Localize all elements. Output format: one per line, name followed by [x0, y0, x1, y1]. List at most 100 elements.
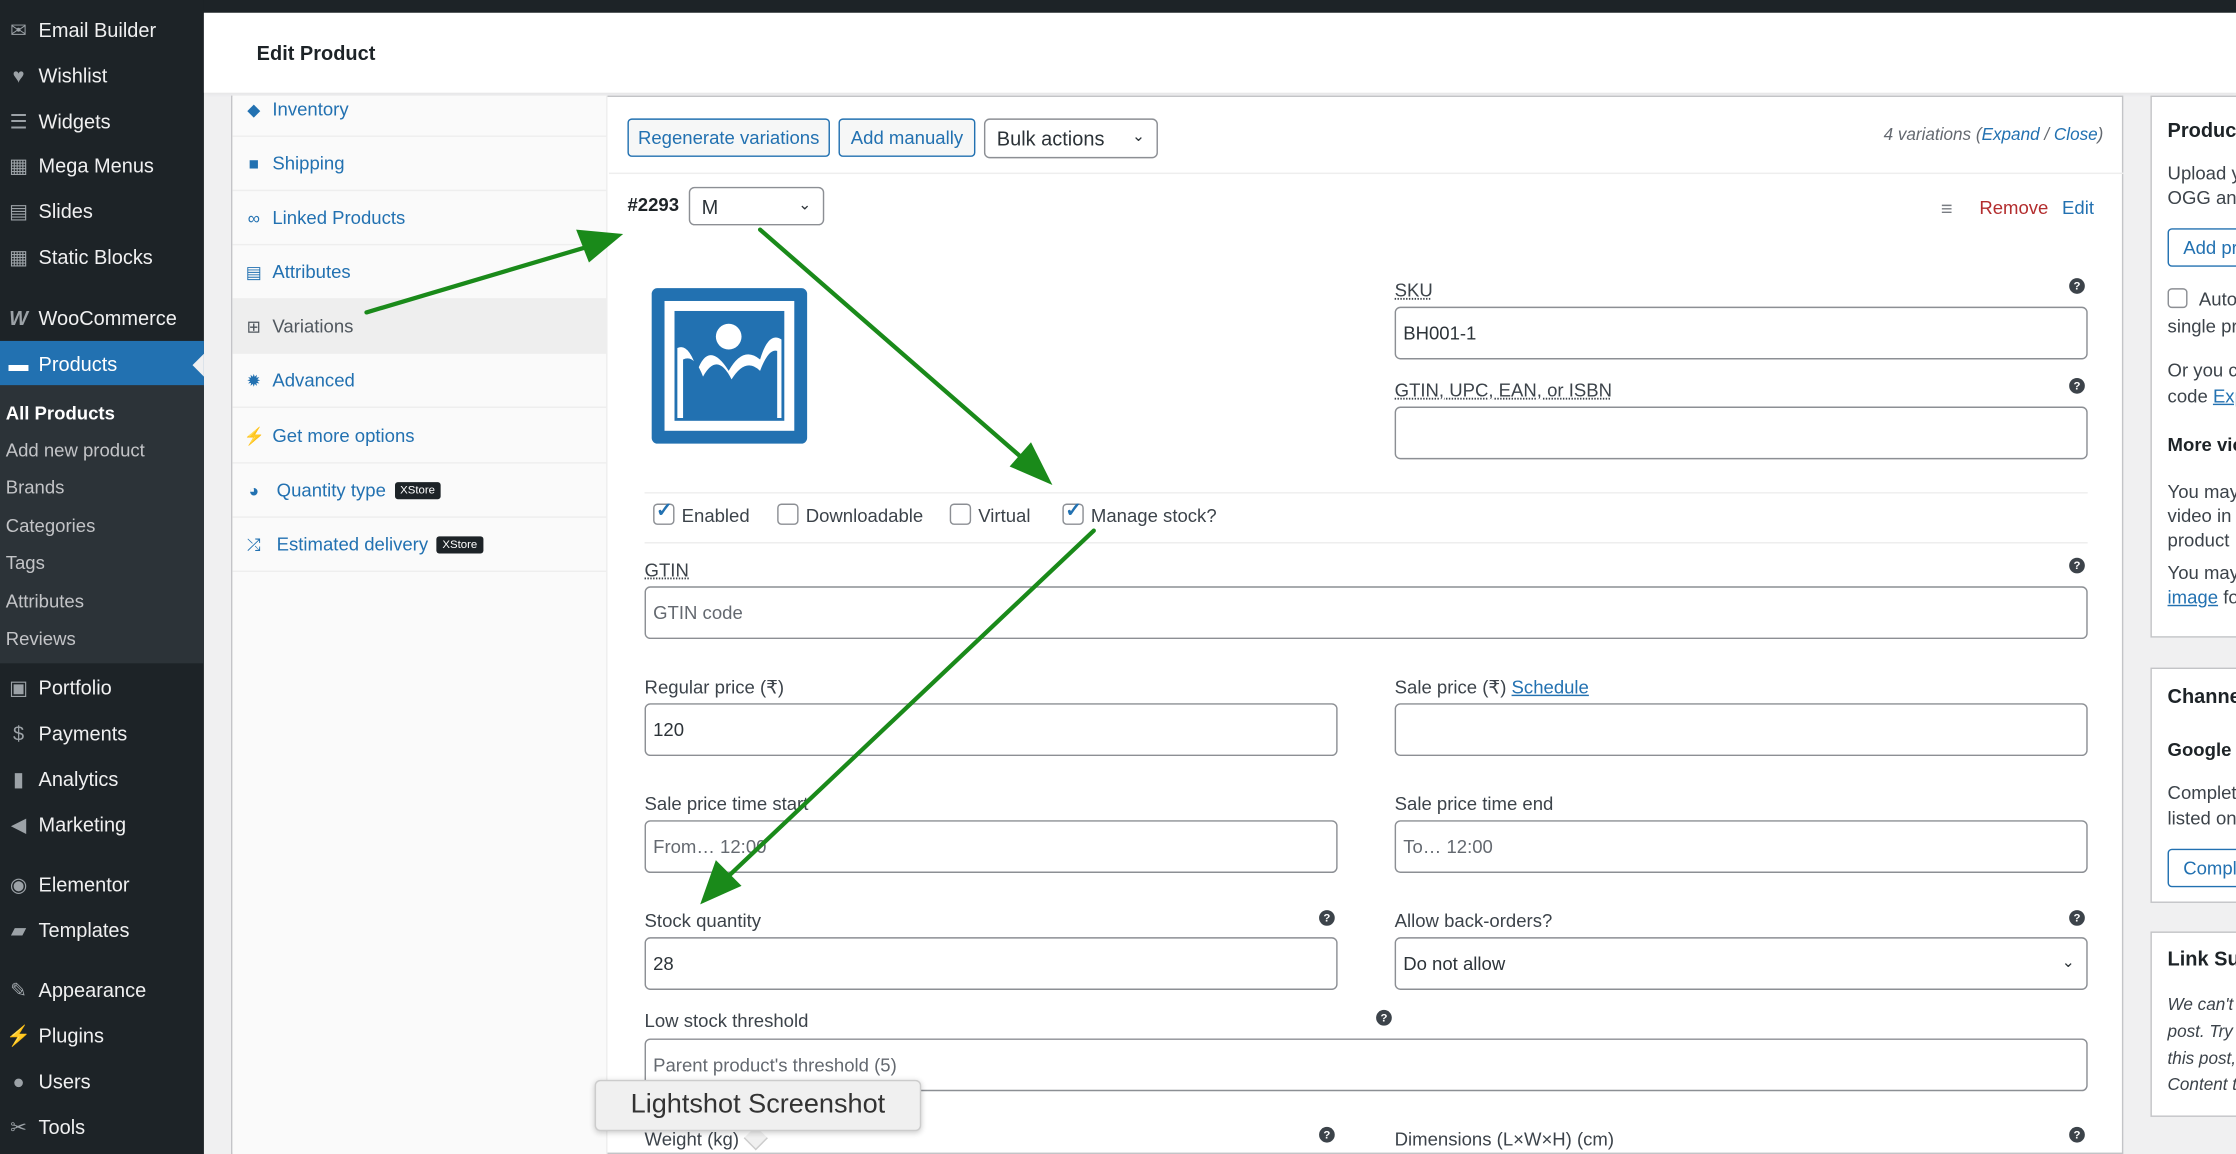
add-manually-button[interactable]: Add manually	[838, 118, 976, 157]
menu-item-static-blocks[interactable]: ▦ Static Blocks	[0, 234, 204, 280]
menu-label: Plugins	[38, 1024, 104, 1048]
menu-item-payments[interactable]: $ Payments	[0, 710, 204, 756]
archive-icon: ▬	[8, 352, 29, 376]
remove-variation-link[interactable]: Remove	[1979, 197, 2048, 218]
tab-linked-products[interactable]: ∞ Linked Products	[232, 191, 608, 246]
products-submenu: All Products Add new product Brands Cate…	[0, 385, 204, 664]
expand-link[interactable]: Expand	[1982, 124, 2040, 144]
menu-item-wishlist[interactable]: ♥ Wishlist	[0, 53, 204, 99]
gtin-label: GTIN	[644, 559, 689, 581]
gear-icon: ✹	[246, 370, 262, 391]
menu-item-elementor[interactable]: ◉ Elementor	[0, 862, 204, 908]
image-link[interactable]: image	[2168, 586, 2219, 607]
menu-label: Tools	[38, 1115, 86, 1139]
current-menu-pointer	[192, 353, 204, 377]
tab-variations[interactable]: ⊞ Variations	[232, 299, 608, 354]
lightshot-tooltip: Lightshot Screenshot	[594, 1079, 922, 1132]
submenu-tags[interactable]: Tags	[6, 552, 45, 573]
regenerate-variations-button[interactable]: Regenerate variations	[627, 118, 830, 157]
menu-item-mega-menus[interactable]: ▦ Mega Menus	[0, 143, 204, 189]
menu-item-analytics[interactable]: ▮ Analytics	[0, 756, 204, 802]
submenu-attributes[interactable]: Attributes	[6, 591, 84, 612]
regular-price-input[interactable]: 120	[644, 703, 1338, 757]
submenu-brands[interactable]: Brands	[6, 476, 65, 497]
tab-get-more-options[interactable]: ⚡ Get more options	[232, 409, 608, 464]
sale-price-label: Sale price (₹)	[1394, 676, 1507, 698]
panel-text: this post,	[2167, 1048, 2236, 1069]
panel-text: We can't	[2167, 994, 2234, 1015]
virtual-checkbox[interactable]	[949, 503, 972, 525]
tab-quantity-type[interactable]: ◕ Quantity type XStore	[232, 464, 608, 518]
sale-price-label-group: Sale price (₹) Schedule	[1395, 676, 1589, 699]
pie-icon: ◕	[248, 480, 260, 500]
manage-stock-checkbox[interactable]: ✓	[1062, 499, 1084, 525]
menu-item-widgets[interactable]: ☰ Widgets	[0, 98, 204, 144]
menu-item-products[interactable]: ▬ Products	[0, 340, 204, 387]
panel-text: single pr	[2167, 315, 2236, 337]
menu-item-plugins[interactable]: ⚡ Plugins	[0, 1013, 204, 1059]
menu-item-templates[interactable]: ▰ Templates	[0, 907, 204, 953]
bulk-actions-select[interactable]: Bulk actions ⌄	[983, 118, 1158, 159]
menu-item-woocommerce[interactable]: W WooCommerce	[0, 295, 204, 341]
panel-text: video in	[2167, 504, 2232, 527]
downloadable-checkbox[interactable]	[777, 503, 799, 525]
edit-variation-link[interactable]: Edit	[2062, 197, 2094, 218]
schedule-link[interactable]: Schedule	[1512, 676, 1589, 697]
complete-setup-button[interactable]: Compl	[2167, 848, 2236, 888]
panel-subtitle: Google f	[2167, 738, 2236, 761]
variation-image-upload[interactable]	[651, 288, 808, 444]
link-suggestions-panel: Link Sug We can't post. Try this post, C…	[2150, 931, 2236, 1117]
drag-handle-icon[interactable]: ≡	[1941, 197, 1953, 220]
sale-price-input[interactable]	[1394, 703, 2088, 757]
grid-icon: ⊞	[246, 315, 262, 336]
submenu-categories[interactable]: Categories	[6, 515, 96, 536]
menu-item-marketing[interactable]: ◀ Marketing	[0, 802, 204, 848]
backorders-select[interactable]: Do not allow ⌄	[1394, 937, 2088, 990]
menu-label: Elementor	[38, 872, 130, 896]
menu-label: Analytics	[38, 767, 119, 791]
menu-item-portfolio[interactable]: ▣ Portfolio	[0, 665, 204, 711]
panel-title: Link Sug	[2167, 947, 2236, 970]
gtin-input[interactable]: GTIN code	[644, 586, 2088, 640]
checkmark-icon: ✓	[655, 497, 673, 521]
tab-label: Quantity type	[276, 479, 386, 501]
menu-item-slides[interactable]: ▤ Slides	[0, 188, 204, 234]
panel-text: Upload y	[2167, 162, 2236, 185]
heart-icon: ♥	[12, 64, 25, 88]
tab-attributes[interactable]: ▤ Attributes	[232, 245, 608, 300]
export-link[interactable]: Exp	[2213, 385, 2236, 406]
tab-label: Advanced	[272, 369, 355, 391]
enabled-checkbox[interactable]: ✓	[653, 499, 675, 525]
help-icon: ?	[2069, 910, 2085, 926]
submenu-all-products[interactable]: All Products	[6, 402, 115, 423]
tab-estimated-delivery[interactable]: ⤮ Estimated delivery XStore	[232, 518, 608, 573]
auto-checkbox[interactable]	[2167, 288, 2188, 309]
tab-advanced[interactable]: ✹ Advanced	[232, 354, 608, 408]
stock-quantity-label: Stock quantity	[644, 910, 762, 932]
submenu-add-new-product[interactable]: Add new product	[6, 439, 145, 460]
gtin-upc-label: GTIN, UPC, EAN, or ISBN	[1394, 379, 1613, 401]
gtin-upc-input[interactable]	[1394, 406, 2088, 460]
truck-icon: ■	[248, 153, 260, 174]
tab-shipping[interactable]: ■ Shipping	[232, 137, 608, 192]
sku-input[interactable]: BH001-1	[1394, 306, 2088, 360]
add-product-video-button[interactable]: Add pr	[2167, 228, 2236, 267]
menu-item-users[interactable]: ● Users	[0, 1058, 204, 1104]
close-link[interactable]: Close	[2054, 124, 2098, 144]
sale-end-input[interactable]: To… 12:00	[1394, 820, 2088, 873]
envelope-icon: ✉	[10, 18, 27, 42]
menu-item-tools[interactable]: ✂ Tools	[0, 1104, 204, 1150]
chevron-down-icon: ⌄	[2061, 953, 2075, 971]
tab-inventory[interactable]: ◆ Inventory	[232, 83, 608, 137]
submenu-reviews[interactable]: Reviews	[6, 628, 76, 649]
folder-icon: ▰	[10, 918, 27, 942]
menu-item-email-builder[interactable]: ✉ Email Builder	[0, 7, 204, 53]
variations-count-text: 4 variations (Expand / Close)	[1883, 124, 2104, 145]
variation-attribute-select[interactable]: M ⌄	[688, 186, 825, 226]
sale-start-input[interactable]: From… 12:00	[644, 820, 1338, 873]
menu-item-appearance[interactable]: ✎ Appearance	[0, 967, 204, 1013]
dollar-icon: $	[12, 721, 25, 745]
menu-label: Payments	[38, 721, 128, 745]
stock-quantity-input[interactable]: 28	[644, 937, 1338, 990]
more-videos-title: More vic	[2167, 433, 2236, 456]
